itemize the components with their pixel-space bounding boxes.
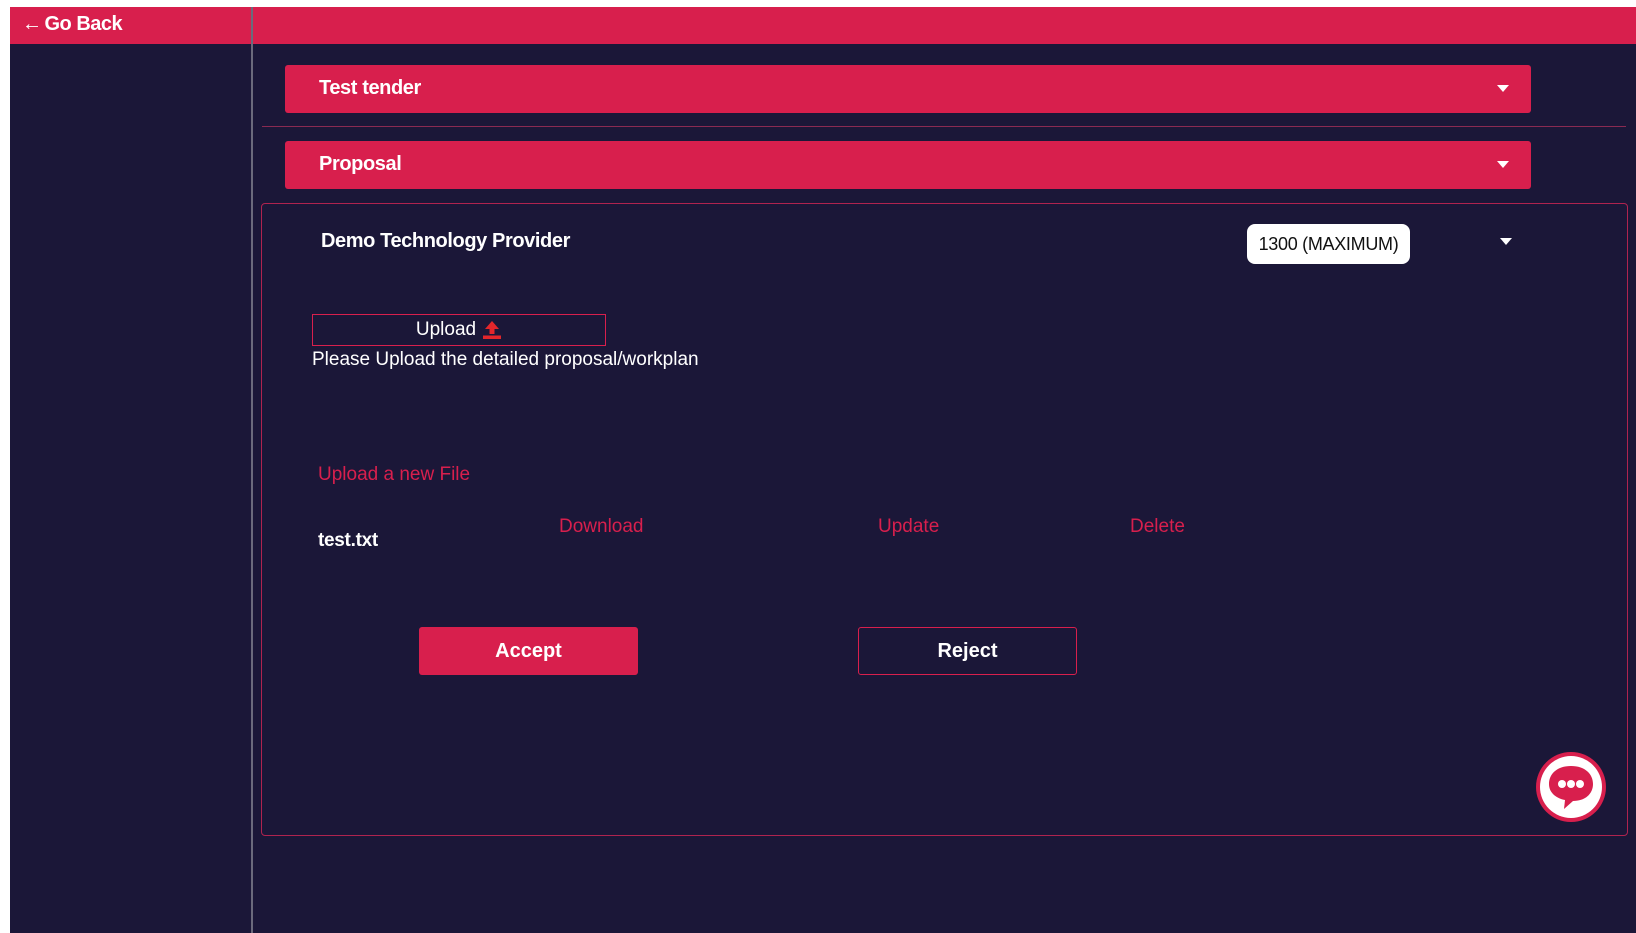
tender-accordion-header[interactable]: Test tender [285,65,1531,113]
upload-icon [482,320,502,340]
score-badge: 1300 (MAXIMUM) [1247,224,1410,264]
update-link[interactable]: Update [878,516,939,538]
file-name: test.txt [318,530,378,551]
sidebar-divider [251,7,253,933]
top-bar: ← Go Back [10,7,1636,44]
upload-hint: Please Upload the detailed proposal/work… [312,349,699,370]
accept-button[interactable]: Accept [419,627,638,675]
chat-bubble-icon [1549,766,1593,809]
upload-new-file-link[interactable]: Upload a new File [318,464,470,486]
chat-button[interactable] [1540,756,1602,818]
sidebar [10,44,251,933]
section-separator [262,126,1626,127]
caret-down-icon [1497,161,1509,168]
upload-label: Upload [415,319,477,340]
back-arrow-icon: ← [22,13,42,35]
reject-button[interactable]: Reject [858,627,1077,675]
tender-title: Test tender [319,77,421,99]
proposal-title: Proposal [319,153,402,175]
caret-down-icon [1497,85,1509,92]
upload-button[interactable]: Upload [312,314,606,346]
proposal-accordion-header[interactable]: Proposal [285,141,1531,189]
download-link[interactable]: Download [559,516,644,538]
provider-name: Demo Technology Provider [321,230,570,252]
caret-down-icon[interactable] [1500,238,1512,245]
go-back-label: Go Back [44,13,123,35]
go-back-link[interactable]: ← Go Back [22,13,123,36]
provider-panel: Demo Technology Provider 1300 (MAXIMUM) … [261,203,1628,836]
delete-link[interactable]: Delete [1130,516,1185,538]
